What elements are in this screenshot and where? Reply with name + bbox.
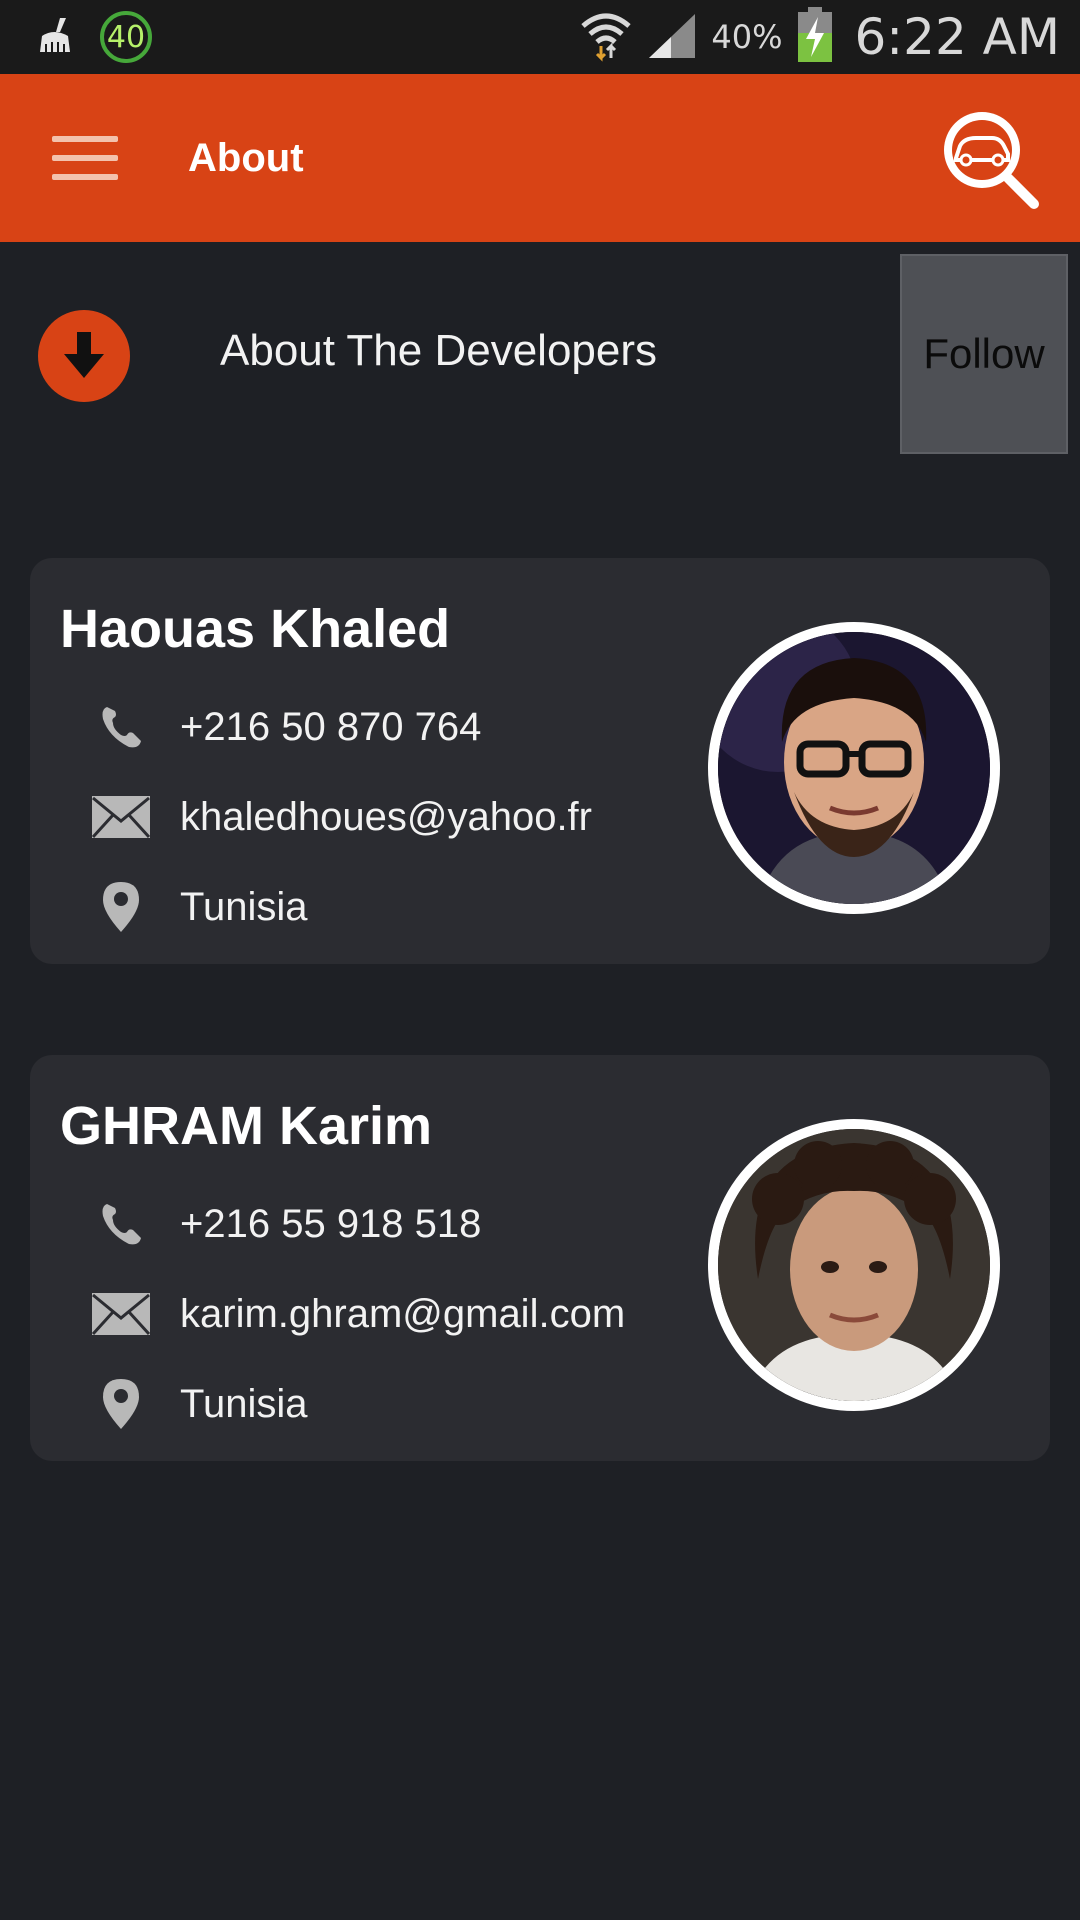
clock: 6:22 AM [854, 8, 1060, 66]
email-address: khaledhoues@yahoo.fr [180, 794, 592, 839]
location-row: Tunisia [90, 1373, 307, 1435]
notification-badge: 40 [100, 11, 152, 63]
location: Tunisia [180, 1381, 308, 1426]
car-search-icon[interactable] [938, 106, 1042, 210]
mail-icon [90, 1283, 152, 1345]
developer-card: GHRAM Karim +216 55 918 518 karim.ghram@… [30, 1055, 1050, 1461]
email-row[interactable]: karim.ghram@gmail.com [90, 1283, 625, 1345]
location-pin-icon [90, 876, 152, 938]
hamburger-menu-icon[interactable] [52, 136, 118, 180]
location: Tunisia [180, 884, 308, 929]
developer-name: Haouas Khaled [60, 599, 451, 659]
phone-number: +216 50 870 764 [180, 704, 482, 749]
location-row: Tunisia [90, 876, 307, 938]
phone-icon [90, 1193, 152, 1255]
battery-percent: 40% [711, 18, 783, 56]
arrow-down-circle-icon [38, 310, 130, 402]
phone-row[interactable]: +216 55 918 518 [90, 1193, 481, 1255]
phone-number: +216 55 918 518 [180, 1201, 482, 1246]
section-title: About The Developers [220, 326, 658, 375]
status-bar: 40 40% 6:22 AM [0, 0, 1080, 74]
mail-icon [90, 786, 152, 848]
email-address: karim.ghram@gmail.com [180, 1291, 626, 1336]
location-pin-icon [90, 1373, 152, 1435]
about-header: About The Developers Follow [0, 242, 1080, 472]
email-row[interactable]: khaledhoues@yahoo.fr [90, 786, 592, 848]
broom-icon [34, 14, 76, 61]
avatar [708, 1119, 1000, 1411]
signal-icon [647, 10, 697, 65]
battery-charging-icon [796, 6, 834, 68]
phone-row[interactable]: +216 50 870 764 [90, 696, 481, 758]
developer-name: GHRAM Karim [60, 1096, 433, 1156]
page-title: About [188, 135, 304, 180]
app-bar: About [0, 74, 1080, 242]
phone-icon [90, 696, 152, 758]
developer-card: Haouas Khaled +216 50 870 764 khaledhoue… [30, 558, 1050, 964]
wifi-icon [579, 8, 633, 67]
follow-button[interactable]: Follow [900, 254, 1068, 454]
avatar [708, 622, 1000, 914]
